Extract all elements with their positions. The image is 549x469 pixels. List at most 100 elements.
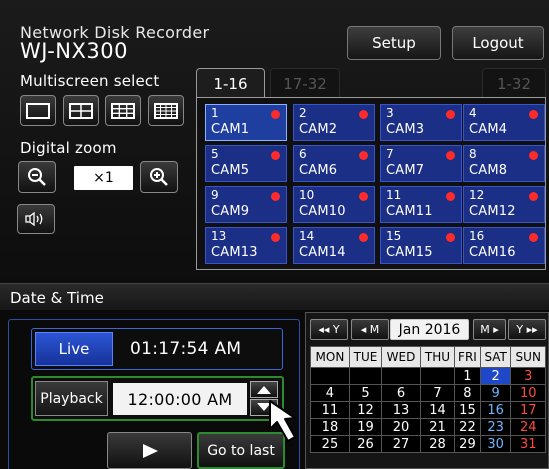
camera-tile[interactable]: 5 CAM5: [205, 145, 287, 182]
camera-number: 12: [469, 188, 485, 202]
calendar-day[interactable]: 20: [381, 418, 421, 436]
recording-indicator-icon: [446, 233, 455, 242]
camera-number: 7: [386, 147, 394, 161]
calendar-day[interactable]: 11: [310, 401, 350, 419]
time-increment-button[interactable]: [250, 381, 278, 398]
tab-cam-1-16[interactable]: 1-16: [196, 68, 265, 98]
logout-button[interactable]: Logout: [452, 26, 544, 60]
recording-indicator-icon: [271, 233, 280, 242]
camera-tile[interactable]: 2 CAM2: [293, 104, 375, 141]
weekday-header: THU: [419, 346, 456, 368]
calendar-day[interactable]: 14: [419, 401, 456, 419]
calendar-day[interactable]: 12: [348, 401, 383, 419]
zoom-out-button[interactable]: [18, 161, 56, 193]
recording-indicator-icon: [446, 110, 455, 119]
setup-button[interactable]: Setup: [347, 26, 441, 60]
camera-tile[interactable]: 11 CAM11: [380, 186, 462, 223]
camera-tile[interactable]: 13 CAM13: [205, 227, 287, 264]
play-icon: [142, 443, 158, 458]
camera-name: CAM13: [211, 245, 258, 260]
calendar-day[interactable]: 8: [454, 384, 481, 402]
calendar-day[interactable]: 1: [454, 367, 481, 385]
calendar-day[interactable]: 26: [348, 435, 383, 453]
layout-1-screen-button[interactable]: [20, 95, 56, 126]
calendar-day[interactable]: 9: [479, 384, 512, 402]
camera-tile[interactable]: 8 CAM8: [463, 145, 545, 182]
camera-tile[interactable]: 6 CAM6: [293, 145, 375, 182]
camera-tile[interactable]: 16 CAM16: [463, 227, 545, 264]
calendar-day[interactable]: 30: [479, 435, 512, 453]
audio-icon: [25, 211, 43, 227]
recording-indicator-icon: [271, 110, 280, 119]
recording-indicator-icon: [529, 151, 538, 160]
calendar-day[interactable]: 17: [510, 401, 546, 419]
recording-indicator-icon: [359, 192, 368, 201]
calendar-day: [310, 367, 350, 385]
zoom-out-icon: [28, 168, 46, 186]
calendar-day[interactable]: 23: [479, 418, 512, 436]
camera-tile[interactable]: 12 CAM12: [463, 186, 545, 223]
calendar-day[interactable]: 18: [310, 418, 350, 436]
calendar-day[interactable]: 22: [454, 418, 481, 436]
tab-cam-17-32[interactable]: 17-32: [270, 68, 340, 98]
prev-month-button[interactable]: ◂ M: [351, 319, 389, 340]
layout-9-screen-button[interactable]: [105, 95, 141, 126]
recording-indicator-icon: [359, 233, 368, 242]
nine-screen-icon: [111, 102, 135, 119]
calendar-day[interactable]: 7: [419, 384, 456, 402]
playback-time-field[interactable]: 12:00:00 AM: [113, 383, 247, 415]
prev-year-button[interactable]: ◂◂ Y: [310, 319, 348, 340]
camera-tile[interactable]: 4 CAM4: [463, 104, 545, 141]
calendar-day[interactable]: 2: [479, 367, 512, 385]
camera-number: 6: [299, 147, 307, 161]
camera-name: CAM3: [386, 122, 425, 137]
calendar-day[interactable]: 6: [381, 384, 421, 402]
calendar-month: Jan 2016: [390, 319, 469, 340]
audio-button[interactable]: [17, 204, 55, 234]
calendar-day[interactable]: 27: [381, 435, 421, 453]
playback-button[interactable]: Playback: [35, 381, 108, 416]
layout-4-screen-button[interactable]: [63, 95, 99, 126]
camera-tile[interactable]: 10 CAM10: [293, 186, 375, 223]
camera-number: 15: [386, 229, 402, 243]
camera-tile[interactable]: 14 CAM14: [293, 227, 375, 264]
camera-tile[interactable]: 7 CAM7: [380, 145, 462, 182]
camera-name: CAM2: [299, 122, 338, 137]
play-button[interactable]: [107, 432, 192, 469]
calendar-day[interactable]: 5: [348, 384, 383, 402]
calendar-day[interactable]: 31: [510, 435, 546, 453]
tab-cam-1-32[interactable]: 1-32: [482, 68, 546, 98]
live-button[interactable]: Live: [35, 332, 113, 366]
camera-number: 11: [386, 188, 402, 202]
live-time: 01:17:54 AM: [130, 339, 242, 359]
camera-tile[interactable]: 3 CAM3: [380, 104, 462, 141]
camera-number: 8: [469, 147, 477, 161]
calendar-day[interactable]: 16: [479, 401, 512, 419]
camera-name: CAM8: [469, 163, 508, 178]
next-year-button[interactable]: Y ▸▸: [508, 319, 546, 340]
camera-name: CAM14: [299, 245, 346, 260]
calendar-day: [419, 367, 456, 385]
calendar-day[interactable]: 24: [510, 418, 546, 436]
calendar-day[interactable]: 13: [381, 401, 421, 419]
camera-tile[interactable]: 15 CAM15: [380, 227, 462, 264]
weekday-header: SUN: [510, 346, 546, 368]
zoom-level: ×1: [74, 166, 133, 190]
zoom-in-button[interactable]: [140, 161, 178, 193]
calendar-day[interactable]: 10: [510, 384, 546, 402]
layout-16-screen-button[interactable]: [148, 95, 184, 126]
camera-tile[interactable]: 9 CAM9: [205, 186, 287, 223]
camera-number: 2: [299, 106, 307, 120]
calendar-day[interactable]: 25: [310, 435, 350, 453]
camera-number: 10: [299, 188, 315, 202]
calendar-day[interactable]: 29: [454, 435, 481, 453]
calendar-day[interactable]: 15: [454, 401, 481, 419]
calendar-day[interactable]: 19: [348, 418, 383, 436]
next-month-button[interactable]: M ▸: [473, 319, 506, 340]
calendar-day[interactable]: 21: [419, 418, 456, 436]
calendar-day[interactable]: 28: [419, 435, 456, 453]
calendar-day[interactable]: 4: [310, 384, 350, 402]
calendar-grid: MON TUE WED THU FRI SAT SUN 1 2 3 4 5 6 7 8 9 10 11 12 13 1…: [310, 346, 546, 453]
calendar-day[interactable]: 3: [510, 367, 546, 385]
camera-tile[interactable]: 1 CAM1: [205, 104, 287, 141]
